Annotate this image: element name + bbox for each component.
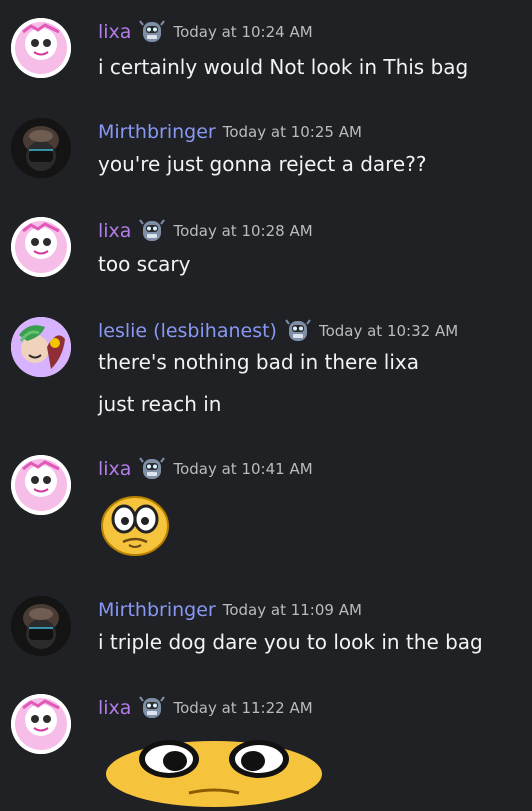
timestamp: Today at 10:32 AM: [318, 321, 459, 340]
username[interactable]: lixa: [98, 22, 131, 42]
message-header: Mirthbringer Today at 10:25 AM: [98, 118, 362, 146]
username[interactable]: Mirthbringer: [98, 122, 216, 142]
message-text: there's nothing bad in there lixa: [98, 350, 419, 374]
robot-mask-badge-icon: [284, 317, 312, 345]
message-header: Mirthbringer Today at 11:09 AM: [98, 596, 362, 624]
timestamp: Today at 10:28 AM: [173, 221, 313, 240]
message-header: leslie (lesbihanest) Today at 10:32 AM: [98, 317, 458, 345]
worried-eyes-emoji[interactable]: [99, 494, 171, 562]
message-header: lixa Today at 10:24 AM: [98, 18, 313, 46]
timestamp: Today at 11:22 AM: [173, 698, 313, 717]
username[interactable]: lixa: [98, 221, 131, 241]
robot-mask-badge-icon: [138, 18, 166, 46]
robot-mask-badge-icon: [138, 694, 166, 722]
username[interactable]: lixa: [98, 459, 131, 479]
avatar-lixa[interactable]: [11, 694, 71, 754]
username[interactable]: leslie (lesbihanest): [98, 321, 277, 341]
chat-log: lixa Today at 10:24 AM i certainly would…: [0, 0, 532, 810]
username[interactable]: Mirthbringer: [98, 600, 216, 620]
avatar-leslie[interactable]: [11, 317, 71, 377]
robot-mask-badge-icon: [138, 217, 166, 245]
timestamp: Today at 10:25 AM: [222, 122, 362, 141]
robot-mask-badge-icon: [138, 455, 166, 483]
message-text: you're just gonna reject a dare??: [98, 152, 427, 176]
username[interactable]: lixa: [98, 698, 131, 718]
wide-eyes-emoji[interactable]: [99, 735, 329, 811]
avatar-mirthbringer[interactable]: [11, 596, 71, 656]
avatar-mirthbringer[interactable]: [11, 118, 71, 178]
timestamp: Today at 11:09 AM: [222, 600, 362, 619]
message-text: just reach in: [98, 392, 222, 416]
avatar-lixa[interactable]: [11, 18, 71, 78]
message-text: i triple dog dare you to look in the bag: [98, 630, 483, 654]
avatar-lixa[interactable]: [11, 455, 71, 515]
timestamp: Today at 10:24 AM: [173, 22, 313, 41]
message-header: lixa Today at 11:22 AM: [98, 694, 313, 722]
message-text: i certainly would Not look in This bag: [98, 55, 469, 79]
message-header: lixa Today at 10:28 AM: [98, 217, 313, 245]
message-header: lixa Today at 10:41 AM: [98, 455, 313, 483]
message-text: too scary: [98, 252, 191, 276]
timestamp: Today at 10:41 AM: [173, 459, 313, 478]
avatar-lixa[interactable]: [11, 217, 71, 277]
